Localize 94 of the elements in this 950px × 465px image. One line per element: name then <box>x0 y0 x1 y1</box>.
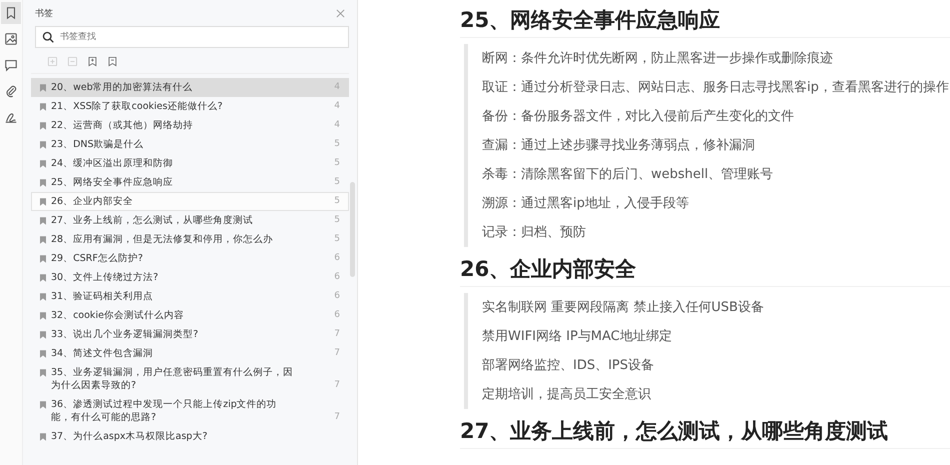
bookmark-label: 21、XSS除了获取cookies还能做什么? <box>51 100 224 113</box>
bookmark-icon <box>40 84 46 92</box>
bookmark-item[interactable]: 28、应用有漏洞，但是无法修复和停用，你怎么办 5 <box>31 230 349 249</box>
bookmark-label: 36、渗透测试过程中发现一个只能上传zip文件的功能，有什么可能的思路? <box>51 398 278 424</box>
bookmark-item[interactable]: 37、为什么aspx木马权限比asp大? <box>31 427 349 446</box>
page-number: 4 <box>333 100 340 113</box>
bookmark-label: 30、文件上传绕过方法? <box>51 271 160 284</box>
bookmark-icon <box>4 6 18 20</box>
quote-line: 断网：条件允许时优先断网，防止黑客进一步操作或删除痕迹 <box>482 50 834 68</box>
bookmark-label: 35、业务逻辑漏洞，用户任意密码重置有什么例子，因为什么因素导致的? <box>51 366 294 392</box>
quote-line: 查漏：通过上述步骤寻找业务薄弱点，修补漏洞 <box>482 137 756 155</box>
bookmark-icon <box>40 179 46 187</box>
bookmark-icon <box>40 433 46 441</box>
bookmark-item[interactable]: 32、cookie你会测试什么内容 6 <box>31 306 349 325</box>
bookmark-icon <box>40 369 46 377</box>
bookmark-item[interactable]: 29、CSRF怎么防护? 6 <box>31 249 349 268</box>
comment-icon <box>4 58 18 72</box>
bookmark-label: 25、网络安全事件应急响应 <box>51 176 174 189</box>
bookmark-icon <box>40 236 46 244</box>
bookmark-icon <box>40 350 46 358</box>
quote-line: 杀毒：清除黑客留下的后门、webshell、管理账号 <box>482 166 774 184</box>
page-number: 7 <box>333 411 340 424</box>
page-number: 6 <box>333 271 340 284</box>
bookmark-label: 31、验证码相关利用点 <box>51 290 154 303</box>
quote-line: 记录：归档、预防 <box>482 224 587 242</box>
quote-line: 定期培训，提高员工安全意识 <box>482 386 652 404</box>
bookmark-item[interactable]: 22、运营商（或其他）网络劫持 4 <box>31 116 349 135</box>
bookmark-item[interactable]: 30、文件上传绕过方法? 6 <box>31 268 349 287</box>
quote-line: 取证：通过分析登录日志、网站日志、服务日志寻找黑客ip，查看黑客进行的操作 <box>482 79 950 97</box>
bookmark-label: 23、DNS欺骗是什么 <box>51 138 145 151</box>
scrollbar-thumb[interactable] <box>350 182 355 277</box>
page-number: 4 <box>333 119 340 132</box>
bookmark-item[interactable]: 21、XSS除了获取cookies还能做什么? 4 <box>31 97 349 116</box>
page-number: 5 <box>333 176 340 189</box>
page-number: 7 <box>333 328 340 341</box>
bookmark-icon <box>40 103 46 111</box>
bookmark-icon <box>40 255 46 263</box>
remove-bookmark-icon[interactable] <box>107 56 118 67</box>
page-number: 6 <box>333 252 340 265</box>
quote-line: 部署网络监控、IDS、IPS设备 <box>482 357 656 375</box>
close-icon[interactable] <box>336 9 345 18</box>
bookmark-icon <box>40 274 46 282</box>
bookmark-label: 37、为什么aspx木马权限比asp大? <box>51 430 208 443</box>
sidebar-tab[interactable] <box>1 2 21 24</box>
bookmark-icon <box>40 331 46 339</box>
search-icon <box>42 31 54 43</box>
bookmark-item[interactable]: 33、说出几个业务逻辑漏洞类型? 7 <box>31 325 349 344</box>
bookmark-item[interactable]: 36、渗透测试过程中发现一个只能上传zip文件的功能，有什么可能的思路? 7 <box>31 395 349 427</box>
page-number: 6 <box>333 309 340 322</box>
bookmark-label: 29、CSRF怎么防护? <box>51 252 144 265</box>
page-number: 7 <box>333 347 340 360</box>
bookmark-icon <box>40 401 46 409</box>
bookmark-icon <box>40 141 46 149</box>
bookmark-icon <box>40 312 46 320</box>
page-number: 5 <box>333 233 340 246</box>
bookmark-icon <box>40 293 46 301</box>
paperclip-icon <box>4 84 18 98</box>
bookmark-item[interactable]: 31、验证码相关利用点 6 <box>31 287 349 306</box>
bookmark-label: 27、业务上线前，怎么测试，从哪些角度测试 <box>51 214 254 227</box>
bookmark-icon <box>40 122 46 130</box>
bookmark-item[interactable]: 35、业务逻辑漏洞，用户任意密码重置有什么例子，因为什么因素导致的? 7 <box>31 363 349 395</box>
image-icon <box>4 32 18 46</box>
bookmark-item[interactable]: 26、企业内部安全 5 <box>31 192 349 211</box>
page-number: 5 <box>333 138 340 151</box>
bookmark-label: 33、说出几个业务逻辑漏洞类型? <box>51 328 200 341</box>
section-heading: 27、业务上线前，怎么测试，从哪些角度测试 <box>460 417 950 449</box>
bookmark-icon <box>40 160 46 168</box>
bookmark-label: 20、web常用的加密算法有什么 <box>51 81 194 94</box>
quote-line: 禁用WIFI网络 IP与MAC地址绑定 <box>482 328 673 346</box>
section-heading: 25、网络安全事件应急响应 <box>460 6 950 38</box>
bookmark-label: 32、cookie你会测试什么内容 <box>51 309 185 322</box>
quote-line: 溯源：通过黑客ip地址，入侵手段等 <box>482 195 690 213</box>
add-bookmark-icon[interactable] <box>87 56 98 67</box>
bookmark-label: 24、缓冲区溢出原理和防御 <box>51 157 174 170</box>
bookmark-item[interactable]: 27、业务上线前，怎么测试，从哪些角度测试 5 <box>31 211 349 230</box>
bookmark-label: 26、企业内部安全 <box>51 195 134 208</box>
bookmark-label: 22、运营商（或其他）网络劫持 <box>51 119 194 132</box>
page-number: 5 <box>333 214 340 227</box>
bookmark-icon <box>40 198 46 206</box>
bookmark-item[interactable]: 34、简述文件包含漏洞 7 <box>31 344 349 363</box>
page-number: 6 <box>333 290 340 303</box>
bookmark-icon <box>40 217 46 225</box>
quote-line: 实名制联网 重要网段隔离 禁止接入任何USB设备 <box>482 299 765 317</box>
bookmark-label: 34、简述文件包含漏洞 <box>51 347 154 360</box>
quote-line: 备份：备份服务器文件，对比入侵前后产生变化的文件 <box>482 108 795 126</box>
bookmark-item[interactable]: 24、缓冲区溢出原理和防御 5 <box>31 154 349 173</box>
bookmark-label: 28、应用有漏洞，但是无法修复和停用，你怎么办 <box>51 233 274 246</box>
bookmark-item[interactable]: 23、DNS欺骗是什么 5 <box>31 135 349 154</box>
panel-title: 书签 <box>35 8 53 20</box>
page-number: 7 <box>333 379 340 392</box>
page-number: 5 <box>333 157 340 170</box>
bookmark-item[interactable]: 25、网络安全事件应急响应 5 <box>31 173 349 192</box>
section-heading: 26、企业内部安全 <box>460 255 950 287</box>
page-number: 5 <box>333 195 340 208</box>
